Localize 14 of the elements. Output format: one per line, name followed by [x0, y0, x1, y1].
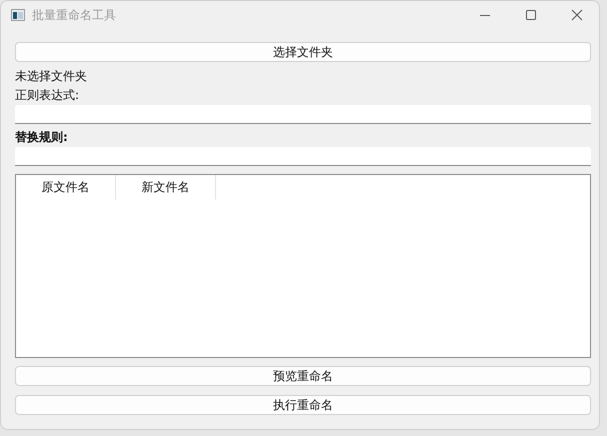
select-folder-button[interactable]: 选择文件夹 — [15, 42, 591, 62]
text-field[interactable] — [15, 105, 591, 124]
app-icon — [11, 9, 25, 21]
text-field[interactable] — [15, 147, 591, 166]
folder-status: 未选择文件夹 — [15, 68, 88, 85]
field-label: 正则表达式: — [15, 87, 80, 104]
column-header[interactable]: 原文件名 — [16, 175, 116, 200]
field-label: 替换规则: — [15, 129, 69, 146]
execute-rename-button[interactable]: 执行重命名 — [15, 395, 591, 415]
preview-rename-button[interactable]: 预览重命名 — [15, 366, 591, 386]
close-icon[interactable] — [571, 9, 583, 21]
maximize-icon[interactable] — [525, 9, 537, 21]
window-title: 批量重命名工具 — [32, 6, 117, 24]
column-header[interactable]: 新文件名 — [116, 175, 216, 200]
